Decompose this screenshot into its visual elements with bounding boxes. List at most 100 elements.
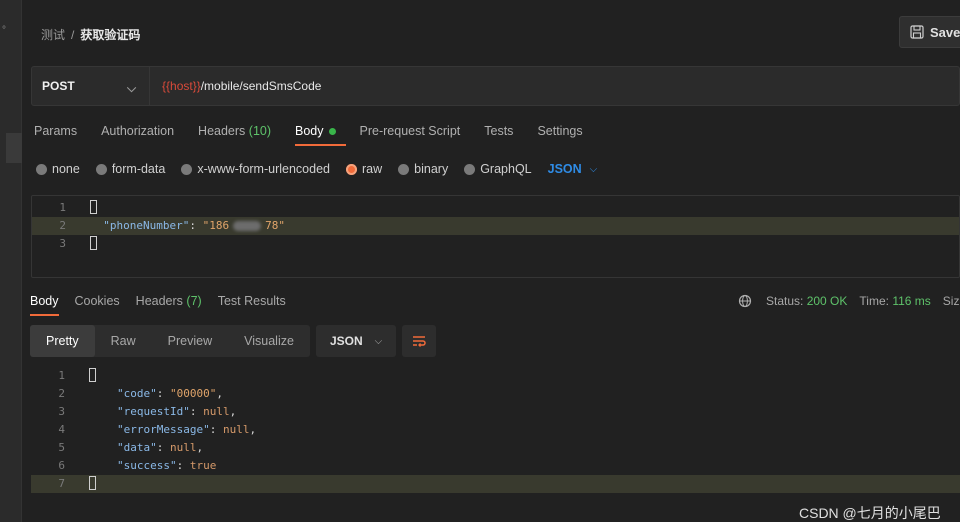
body-type-none[interactable]: none xyxy=(36,162,80,176)
tab-label: Authorization xyxy=(101,124,175,138)
tab-tests[interactable]: Tests xyxy=(484,124,513,146)
tab-params[interactable]: Params xyxy=(34,124,77,146)
view-tab-raw[interactable]: Raw xyxy=(95,325,152,357)
radio-label: x-www-form-urlencoded xyxy=(197,162,330,176)
json-key: "phoneNumber" xyxy=(103,219,190,232)
body-type-form-data[interactable]: form-data xyxy=(95,162,166,176)
wrap-lines-button[interactable] xyxy=(401,325,436,357)
json-value-start: "186 xyxy=(202,219,230,232)
code-content: "success": true xyxy=(117,459,217,472)
response-tab-headers[interactable]: Headers (7) xyxy=(136,294,202,308)
response-tabs: Body Cookies Headers (7) Test Results xyxy=(30,294,302,316)
code-line: 1 xyxy=(32,199,959,217)
response-body-viewer[interactable]: 1 2 "code": "00000", 3 "requestId": null, 4 "e… xyxy=(31,367,960,497)
tab-headers[interactable]: Headers (10) xyxy=(198,124,271,146)
json-key: "success" xyxy=(117,459,177,472)
wrap-lines-icon xyxy=(412,336,426,347)
code-line: 5 "data": null, xyxy=(31,439,960,457)
tab-count-badge: (10) xyxy=(248,124,272,138)
tab-settings[interactable]: Settings xyxy=(537,124,582,146)
response-tab-cookies[interactable]: Cookies xyxy=(75,294,120,308)
breadcrumb-request-name[interactable]: 获取验证码 xyxy=(80,26,140,43)
line-number: 2 xyxy=(59,219,66,232)
response-format-select[interactable]: JSON ⌵ xyxy=(315,325,396,357)
time-value[interactable]: 116 ms xyxy=(892,294,930,308)
response-tab-body[interactable]: Body xyxy=(30,294,59,316)
json-key: "errorMessage" xyxy=(117,423,210,436)
tab-label: Test Results xyxy=(217,294,286,308)
body-type-raw[interactable]: raw xyxy=(346,162,382,176)
json-value: null xyxy=(222,423,250,436)
tab-label: Settings xyxy=(537,124,583,138)
view-tab-visualize[interactable]: Visualize xyxy=(228,325,310,357)
radio-label: raw xyxy=(362,162,383,176)
tab-label: Headers xyxy=(135,294,183,308)
tab-label: Body xyxy=(295,124,324,138)
radio-button-icon xyxy=(398,163,410,175)
brace-close xyxy=(89,476,96,490)
body-type-selector: none form-data x-www-form-urlencoded raw bin… xyxy=(36,160,597,178)
time-label: Time: xyxy=(859,294,889,308)
body-type-binary[interactable]: binary xyxy=(398,162,448,176)
response-tab-test-results[interactable]: Test Results xyxy=(218,294,286,308)
radio-label: GraphQL xyxy=(480,162,532,176)
status-value[interactable]: 200 OK xyxy=(807,294,848,308)
brace-open xyxy=(89,368,96,382)
line-number: 3 xyxy=(59,237,66,250)
view-tab-preview[interactable]: Preview xyxy=(152,325,228,357)
json-value: null xyxy=(170,441,197,454)
radio-button-icon xyxy=(464,163,476,175)
request-body-editor[interactable]: 1 2 "phoneNumber": "186 78" 3 xyxy=(31,195,960,278)
body-format-select[interactable]: JSON ⌵ xyxy=(548,162,598,176)
body-type-graphql[interactable]: GraphQL xyxy=(464,162,532,176)
url-path: /mobile/sendSmsCode xyxy=(200,79,322,93)
tab-label: Headers xyxy=(198,124,246,138)
response-format-value: JSON xyxy=(329,334,363,348)
radio-label: binary xyxy=(414,162,449,176)
code-content xyxy=(89,475,96,493)
size-label: Siz xyxy=(942,294,960,308)
view-mode-tabs: Pretty Raw Preview Visualize xyxy=(30,325,310,357)
radio-label: form-data xyxy=(111,162,166,176)
globe-network-icon[interactable] xyxy=(738,294,752,308)
tab-pre-request-script[interactable]: Pre-request Script xyxy=(360,124,461,146)
request-header: 测试 / 获取验证码 Save xyxy=(22,10,960,56)
save-icon xyxy=(910,25,924,39)
line-number: 6 xyxy=(58,459,65,472)
line-number: 4 xyxy=(58,423,65,436)
code-line: 2 "code": "00000", xyxy=(31,385,960,403)
request-tabs: Params Authorization Headers (10) Body Pre-r… xyxy=(34,124,607,146)
breadcrumb-collection[interactable]: 测试 xyxy=(41,26,65,43)
url-variable: {{host}} xyxy=(162,79,201,93)
line-number: 1 xyxy=(58,369,65,382)
url-input[interactable]: {{host}}/mobile/sendSmsCode xyxy=(162,79,321,93)
line-number: 7 xyxy=(58,477,65,490)
code-line: 7 xyxy=(31,475,960,493)
json-comma: , xyxy=(216,387,223,400)
code-content: "code": "00000", xyxy=(117,387,223,400)
response-status-bar: Status: 200 OK Time: 116 ms Siz xyxy=(738,294,959,308)
json-comma: , xyxy=(196,441,204,454)
method-value: POST xyxy=(42,79,75,93)
code-line: 3 "requestId": null, xyxy=(31,403,960,421)
json-key: "data" xyxy=(117,441,157,454)
left-sidebar-strip: ° xyxy=(0,0,22,522)
save-button[interactable]: Save xyxy=(899,16,960,48)
code-line: 2 "phoneNumber": "186 78" xyxy=(32,217,959,235)
code-content: "requestId": null, xyxy=(117,405,237,418)
tab-body[interactable]: Body xyxy=(295,124,345,146)
chevron-down-icon: ⌵ xyxy=(374,335,383,347)
sidebar-selected-item[interactable] xyxy=(6,133,22,163)
tab-authorization[interactable]: Authorization xyxy=(101,124,174,146)
chevron-down-icon: ⌵ xyxy=(589,163,598,175)
json-value-end: 78" xyxy=(265,219,285,232)
breadcrumb-separator: / xyxy=(71,27,75,42)
chevron-down-icon: ⌵ xyxy=(127,81,137,95)
method-select[interactable]: POST ⌵ xyxy=(32,67,150,105)
code-line: 4 "errorMessage": null, xyxy=(31,421,960,439)
view-tab-pretty[interactable]: Pretty xyxy=(30,325,95,357)
json-value: true xyxy=(189,459,217,472)
body-type-x-www-form-urlencoded[interactable]: x-www-form-urlencoded xyxy=(181,162,330,176)
tab-label: Pre-request Script xyxy=(359,124,461,138)
url-bar: POST ⌵ {{host}}/mobile/sendSmsCode xyxy=(31,66,960,106)
